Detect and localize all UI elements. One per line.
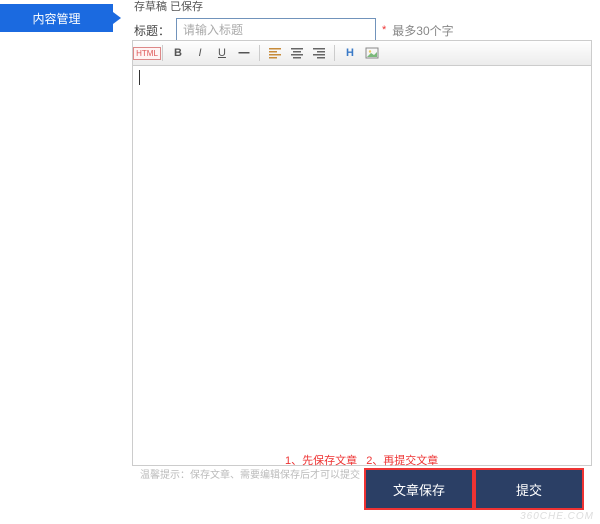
- align-center-icon[interactable]: [287, 43, 307, 63]
- watermark-text: 360CHE.COM: [520, 511, 594, 522]
- toolbar-separator: [334, 45, 335, 61]
- align-left-icon[interactable]: [265, 43, 285, 63]
- toolbar-html-button[interactable]: HTML: [137, 43, 157, 63]
- rich-editor: HTML B I U — H: [132, 40, 592, 466]
- toolbar-strike-button[interactable]: —: [234, 43, 254, 63]
- html-tag-label: HTML: [133, 47, 161, 60]
- title-row: 标题： * 最多30个字: [134, 18, 600, 42]
- submit-article-button[interactable]: 提交: [476, 470, 582, 508]
- sidebar-tab-content-management[interactable]: 内容管理: [0, 4, 113, 32]
- sidebar-tab-label: 内容管理: [32, 10, 80, 27]
- toolbar-bold-button[interactable]: B: [168, 43, 188, 63]
- toolbar-separator: [259, 45, 260, 61]
- save-article-button[interactable]: 文章保存: [366, 470, 472, 508]
- editor-textarea[interactable]: [132, 66, 592, 466]
- toolbar-underline-button[interactable]: U: [212, 43, 232, 63]
- toolbar-separator: [162, 45, 163, 61]
- toolbar-heading-button[interactable]: H: [340, 43, 360, 63]
- button-row: 文章保存 提交: [366, 470, 582, 508]
- editor-toolbar: HTML B I U — H: [132, 40, 592, 66]
- title-hint-star: *: [382, 24, 386, 36]
- title-hint-text: 最多30个字: [392, 22, 453, 39]
- helper-text: 温馨提示：保存文章、需要编辑保存后才可以提交: [140, 466, 360, 481]
- align-right-icon[interactable]: [309, 43, 329, 63]
- toolbar-italic-button[interactable]: I: [190, 43, 210, 63]
- note-step2: 2、再提交文章: [366, 455, 438, 467]
- title-input[interactable]: [176, 18, 376, 42]
- text-cursor: [139, 70, 140, 85]
- image-insert-icon[interactable]: [362, 43, 382, 63]
- top-status-row: 存草稿 已保存: [134, 0, 600, 12]
- title-label: 标题：: [134, 22, 170, 39]
